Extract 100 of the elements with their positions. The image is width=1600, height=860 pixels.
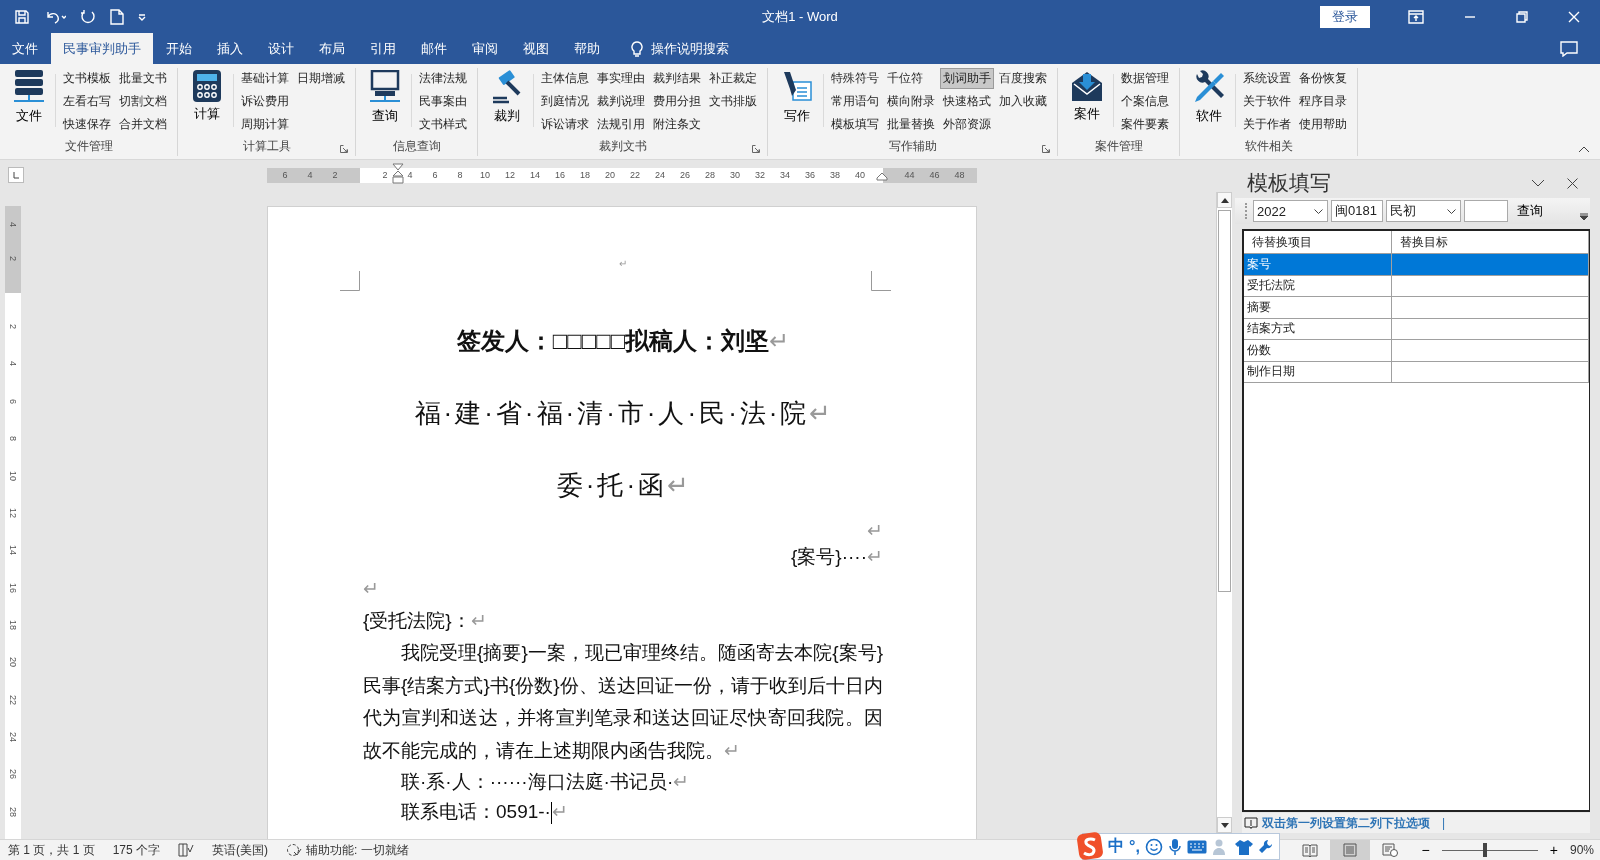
restore-icon[interactable] — [1516, 10, 1528, 23]
year-dropdown[interactable]: 2022 — [1253, 200, 1328, 222]
court-code-field[interactable]: 闽0181 — [1331, 200, 1383, 222]
ribbon-command[interactable]: 左看右写 — [60, 91, 114, 112]
dialog-launcher-icon[interactable] — [340, 145, 348, 153]
ribbon-tab[interactable]: 设计 — [256, 33, 306, 64]
shirt-icon[interactable] — [1234, 838, 1253, 855]
ribbon-command[interactable]: 个案信息 — [1118, 91, 1172, 112]
wrench-icon[interactable] — [1257, 838, 1274, 855]
ribbon-command[interactable]: 备份恢复 — [1296, 68, 1350, 89]
comment-icon[interactable] — [1560, 40, 1578, 57]
dialog-launcher-icon[interactable] — [1042, 145, 1050, 153]
ribbon-command[interactable]: 日期增减 — [294, 68, 348, 89]
right-indent-marker-icon[interactable] — [876, 171, 888, 181]
view-button[interactable] — [1329, 840, 1370, 860]
scroll-down-button[interactable] — [1217, 817, 1232, 833]
ribbon-command[interactable]: 诉讼费用 — [238, 91, 292, 112]
close-icon[interactable] — [1567, 177, 1578, 189]
table-row[interactable]: 摘要 — [1244, 297, 1589, 319]
ribbon-tab[interactable]: 引用 — [358, 33, 408, 64]
punctuation-toggle[interactable]: °, — [1129, 837, 1140, 856]
collapse-caret-icon[interactable] — [1578, 146, 1590, 153]
ribbon-tab[interactable]: 审阅 — [460, 33, 510, 64]
ribbon-command[interactable]: 切割文档 — [116, 91, 170, 112]
repeat-icon[interactable] — [80, 8, 96, 25]
ribbon-command[interactable]: 文书模板 — [60, 68, 114, 89]
ribbon-command[interactable]: 千位符 — [884, 68, 938, 89]
table-row[interactable]: 受托法院 — [1244, 275, 1589, 297]
ribbon-command[interactable]: 基础计算 — [238, 68, 292, 89]
word-count[interactable]: 175 个字 — [112, 841, 161, 859]
tell-me-button[interactable]: 操作说明搜索 — [625, 33, 735, 64]
ribbon-command[interactable]: 民事案由 — [416, 91, 470, 112]
zoom-level[interactable]: 90% — [1569, 843, 1594, 857]
ribbon-command[interactable]: 关于软件 — [1240, 91, 1294, 112]
table-row[interactable]: 份数 — [1244, 340, 1589, 362]
ribbon-command[interactable]: 使用帮助 — [1296, 114, 1350, 135]
ribbon-display-icon[interactable] — [1408, 9, 1424, 24]
save-icon[interactable] — [14, 8, 30, 25]
ribbon-tab[interactable]: 插入 — [205, 33, 255, 64]
dialog-launcher-icon[interactable] — [752, 145, 760, 153]
ribbon-command[interactable]: 文书排版 — [706, 91, 760, 112]
ribbon-command[interactable]: 附注条文 — [650, 114, 704, 135]
ribbon-command[interactable]: 事实理由 — [594, 68, 648, 89]
zoom-slider-thumb[interactable] — [1482, 843, 1487, 857]
ribbon-button[interactable]: 查询 — [363, 68, 407, 125]
ribbon-command[interactable]: 加入收藏 — [996, 91, 1050, 112]
language-status[interactable]: 英语(美国) — [212, 841, 269, 859]
ribbon-button[interactable]: 写作 — [775, 68, 819, 125]
ribbon-tab[interactable]: 民事审判助手 — [51, 33, 153, 64]
table-row[interactable]: 结案方式 — [1244, 318, 1589, 340]
ribbon-tab[interactable]: 视图 — [511, 33, 561, 64]
ribbon-command[interactable]: 补正裁定 — [706, 68, 760, 89]
input-method-logo[interactable] — [1077, 831, 1103, 860]
zoom-in-button[interactable]: + — [1549, 842, 1558, 858]
ribbon-command[interactable]: 常用语句 — [828, 91, 882, 112]
input-mode-toggle[interactable]: 中 — [1108, 836, 1124, 857]
smiley-icon[interactable] — [1144, 837, 1163, 856]
tab-selector-icon[interactable] — [8, 167, 24, 183]
ribbon-command[interactable]: 到庭情况 — [538, 91, 592, 112]
ribbon-tab[interactable]: 文件 — [0, 33, 50, 64]
microphone-icon[interactable] — [1167, 837, 1182, 856]
ribbon-command[interactable]: 特殊符号 — [828, 68, 882, 89]
pane-options-caret-icon[interactable] — [1531, 179, 1545, 187]
ribbon-button[interactable]: 裁判 — [485, 68, 529, 125]
ribbon-command[interactable]: 快速保存 — [60, 114, 114, 135]
ribbon-tab[interactable]: 帮助 — [562, 33, 612, 64]
ribbon-command[interactable]: 法律法规 — [416, 68, 470, 89]
ribbon-command[interactable]: 百度搜索 — [996, 68, 1050, 89]
toolbar-overflow-icon[interactable] — [1580, 213, 1588, 222]
ribbon-button[interactable]: 案件 — [1065, 68, 1109, 123]
zoom-out-button[interactable]: − — [1421, 842, 1430, 858]
ribbon-tab[interactable]: 开始 — [154, 33, 204, 64]
ribbon-command[interactable]: 法规引用 — [594, 114, 648, 135]
scroll-up-button[interactable] — [1217, 192, 1232, 208]
ribbon-command[interactable]: 周期计算 — [238, 114, 292, 135]
ribbon-command[interactable]: 文书样式 — [416, 114, 470, 135]
proofing-icon[interactable] — [178, 843, 195, 857]
ribbon-button[interactable]: 文件 — [7, 68, 51, 125]
ribbon-command[interactable]: 程序目录 — [1296, 91, 1350, 112]
ribbon-command[interactable]: 费用分担 — [650, 91, 704, 112]
ribbon-command[interactable]: 诉讼请求 — [538, 114, 592, 135]
ribbon-tab[interactable]: 邮件 — [409, 33, 459, 64]
case-type-dropdown[interactable]: 民初 — [1386, 200, 1461, 222]
table-row[interactable]: 制作日期 — [1244, 361, 1589, 383]
ribbon-command[interactable]: 批量替换 — [884, 114, 938, 135]
ribbon-command[interactable]: 关于作者 — [1240, 114, 1294, 135]
ribbon-command[interactable]: 裁判说理 — [594, 91, 648, 112]
ribbon-command[interactable]: 裁判结果 — [650, 68, 704, 89]
query-button[interactable]: 查询 — [1511, 202, 1549, 220]
ribbon-tab[interactable]: 布局 — [307, 33, 357, 64]
page-count[interactable]: 第 1 页，共 1 页 — [8, 841, 95, 859]
case-number-field[interactable] — [1464, 200, 1508, 222]
ribbon-button[interactable]: 软件 — [1187, 68, 1231, 125]
ribbon-command[interactable]: 合并文档 — [116, 114, 170, 135]
ribbon-command[interactable]: 系统设置 — [1240, 68, 1294, 89]
ribbon-command[interactable]: 模板填写 — [828, 114, 882, 135]
accessibility-status[interactable]: 辅助功能: 一切就绪 — [306, 841, 409, 859]
ribbon-command[interactable]: 划词助手 — [940, 68, 994, 89]
ribbon-button[interactable]: 计算 — [185, 68, 229, 123]
ribbon-command[interactable]: 案件要素 — [1118, 114, 1172, 135]
